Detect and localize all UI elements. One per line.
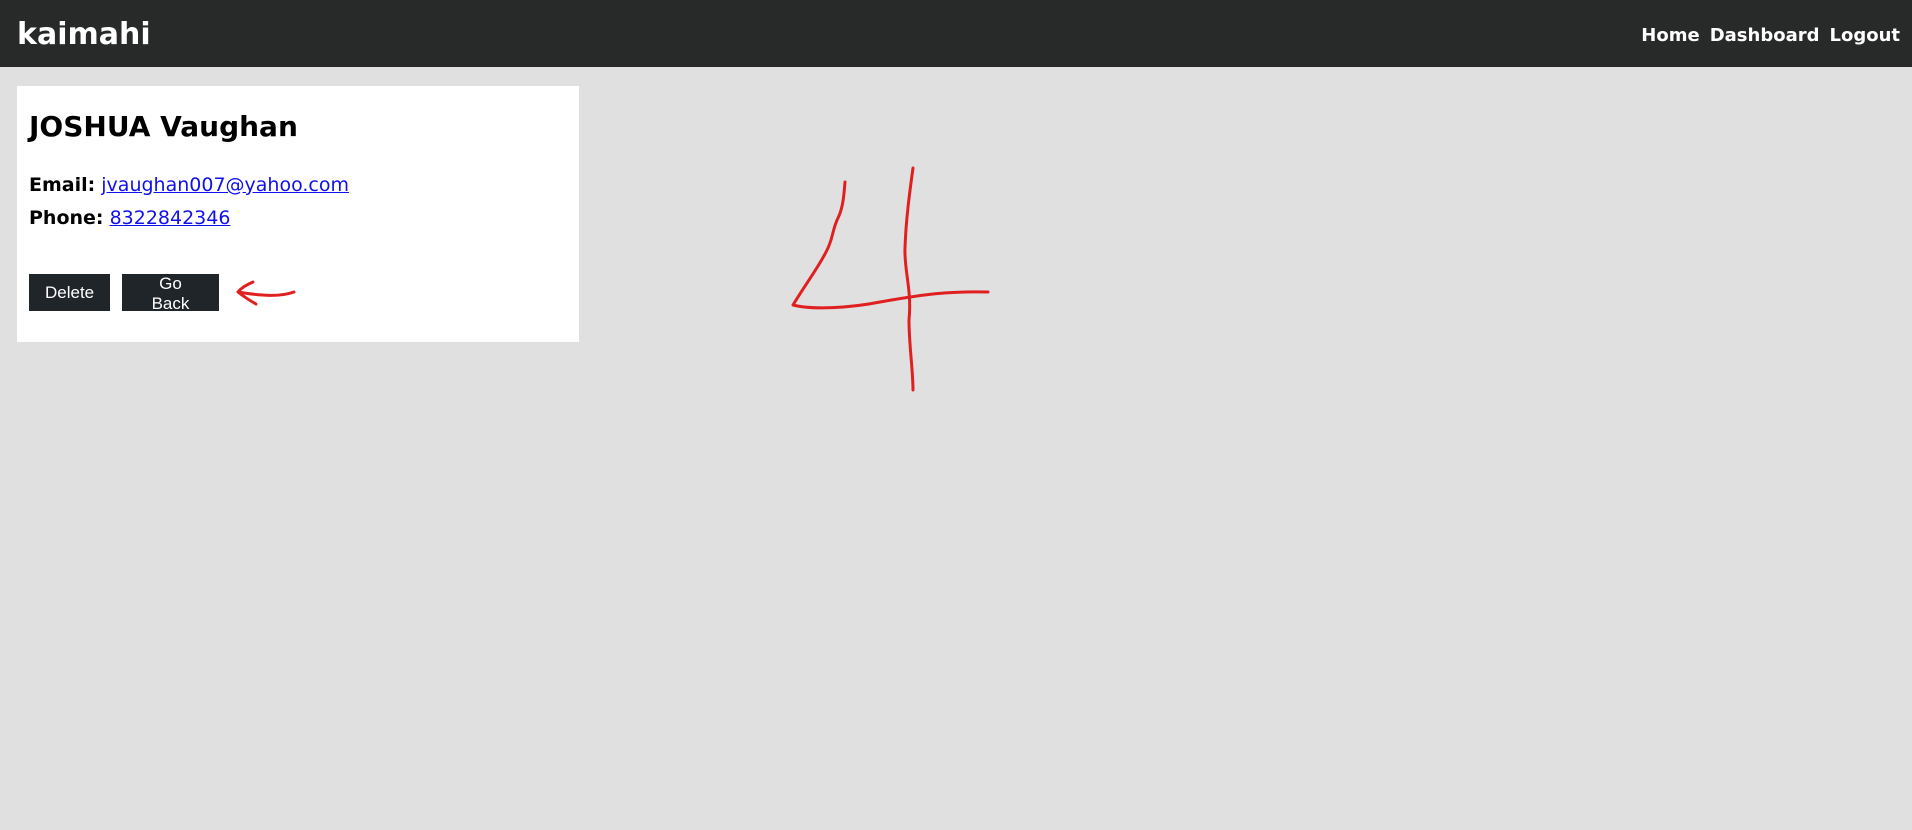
email-row: Email: jvaughan007@yahoo.com: [29, 174, 349, 196]
contact-name: JOSHUA Vaughan: [29, 110, 298, 143]
brand-logo[interactable]: kaimahi: [17, 17, 151, 52]
contact-card: JOSHUA Vaughan Email: jvaughan007@yahoo.…: [17, 86, 579, 342]
nav-link-home[interactable]: Home: [1641, 25, 1699, 46]
nav-link-dashboard[interactable]: Dashboard: [1710, 25, 1820, 46]
navbar: kaimahi Home Dashboard Logout: [0, 0, 1912, 67]
nav-links: Home Dashboard Logout: [1641, 25, 1900, 46]
email-link[interactable]: jvaughan007@yahoo.com: [101, 174, 349, 196]
phone-label: Phone:: [29, 207, 104, 229]
digit-four-drawing: [791, 166, 990, 392]
go-back-button[interactable]: Go Back: [122, 274, 219, 313]
phone-row: Phone: 8322842346: [29, 207, 230, 229]
email-label: Email:: [29, 174, 96, 196]
delete-button[interactable]: Delete: [29, 274, 110, 311]
nav-link-logout[interactable]: Logout: [1829, 25, 1900, 46]
phone-link[interactable]: 8322842346: [110, 207, 231, 229]
